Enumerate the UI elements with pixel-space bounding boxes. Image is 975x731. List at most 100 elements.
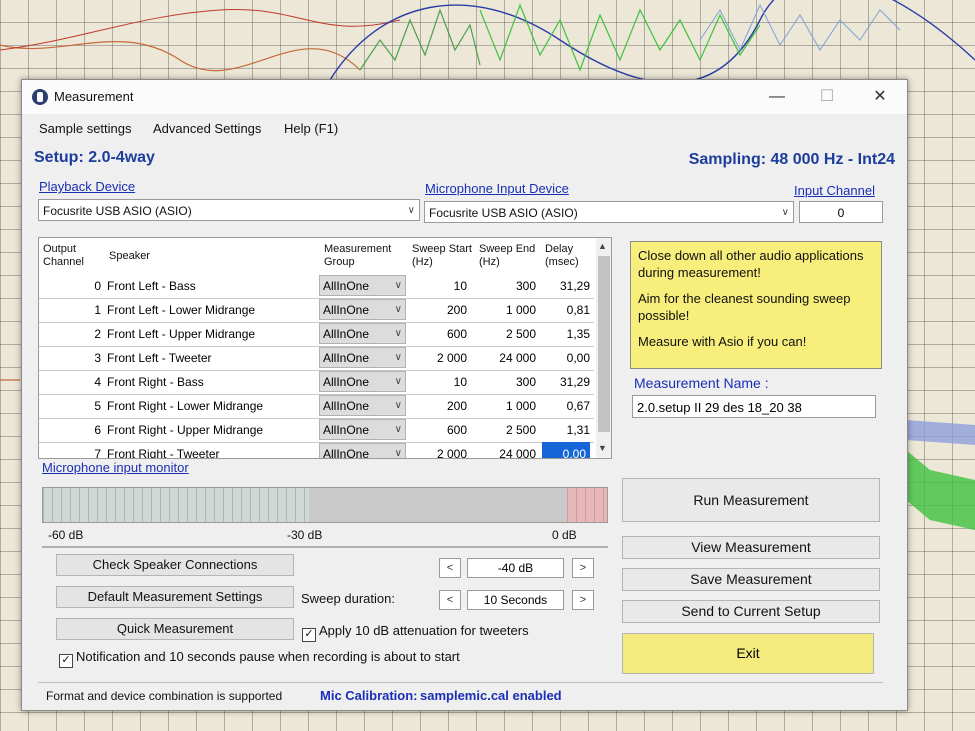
mic-monitor-link[interactable]: Microphone input monitor	[42, 460, 189, 475]
cell-delay[interactable]: 0,81	[542, 298, 590, 322]
cell-delay[interactable]: 31,29	[542, 370, 590, 394]
menu-bar: Sample settings Advanced Settings Help (…	[22, 116, 907, 142]
table-row[interactable]: 6 Front Right - Upper Midrange 600 2 500 1,3…	[39, 418, 594, 443]
notification-label: Notification and 10 seconds pause when r…	[76, 649, 460, 664]
measurement-group-select[interactable]: AllInOne ∨	[319, 395, 406, 416]
cell-sweep-start[interactable]: 200	[411, 394, 467, 418]
cell-sweep-start[interactable]: 2 000	[411, 442, 467, 458]
cell-sweep-start[interactable]: 600	[411, 418, 467, 442]
view-measurement-button[interactable]: View Measurement	[622, 536, 880, 559]
notification-checkbox[interactable]: ✓ Notification and 10 seconds pause when …	[59, 649, 460, 668]
cell-sweep-start[interactable]: 2 000	[411, 346, 467, 370]
cell-sweep-start[interactable]: 10	[411, 370, 467, 394]
cell-delay[interactable]: 31,29	[542, 274, 590, 298]
check-speaker-connections-button[interactable]: Check Speaker Connections	[56, 554, 294, 576]
cell-speaker[interactable]: Front Left - Upper Midrange	[107, 322, 315, 346]
cell-sweep-end[interactable]: 1 000	[476, 298, 536, 322]
table-row[interactable]: 2 Front Left - Upper Midrange 600 2 500 1,35…	[39, 322, 594, 347]
cell-speaker[interactable]: Front Left - Lower Midrange	[107, 298, 315, 322]
sweep-decrease-button[interactable]: <	[439, 590, 461, 610]
cell-speaker[interactable]: Front Right - Lower Midrange	[107, 394, 315, 418]
col-output-channel: Output Channel	[43, 243, 84, 268]
quick-measurement-button[interactable]: Quick Measurement	[56, 618, 294, 640]
send-to-setup-button[interactable]: Send to Current Setup	[622, 600, 880, 623]
playback-device-link[interactable]: Playback Device	[39, 179, 135, 194]
table-row[interactable]: 5 Front Right - Lower Midrange 200 1 000 0,6…	[39, 394, 594, 419]
table-row[interactable]: 0 Front Left - Bass 10 300 31,29 AllInOne ∨	[39, 274, 594, 299]
meter-level-zone	[43, 488, 309, 522]
cell-sweep-end[interactable]: 300	[476, 274, 536, 298]
measurement-group-value: AllInOne	[323, 303, 370, 317]
default-settings-button[interactable]: Default Measurement Settings	[56, 586, 294, 608]
cell-sweep-end[interactable]: 2 500	[476, 418, 536, 442]
cell-speaker[interactable]: Front Right - Bass	[107, 370, 315, 394]
mic-calibration-label: Mic Calibration:	[320, 688, 418, 703]
scroll-down-icon[interactable]: ▼	[598, 443, 607, 453]
cell-output-channel: 3	[94, 351, 101, 365]
cell-sweep-end[interactable]: 300	[476, 370, 536, 394]
measurement-group-select[interactable]: AllInOne ∨	[319, 371, 406, 392]
input-channel-link[interactable]: Input Channel	[794, 183, 875, 198]
microphone-device-select[interactable]: Focusrite USB ASIO (ASIO) ∨	[424, 201, 794, 223]
cell-speaker[interactable]: Front Left - Bass	[107, 274, 315, 298]
attenuation-checkbox[interactable]: ✓ Apply 10 dB attenuation for tweeters	[302, 623, 529, 642]
cell-delay[interactable]: 0,00	[542, 442, 590, 458]
table-row[interactable]: 3 Front Left - Tweeter 2 000 24 000 0,00 AllI…	[39, 346, 594, 371]
cell-delay[interactable]: 1,31	[542, 418, 590, 442]
level-decrease-button[interactable]: <	[439, 558, 461, 578]
cell-sweep-end[interactable]: 2 500	[476, 322, 536, 346]
measurement-group-select[interactable]: AllInOne ∨	[319, 275, 406, 296]
cell-delay[interactable]: 1,35	[542, 322, 590, 346]
measurement-name-field[interactable]: 2.0.setup II 29 des 18_20 38	[632, 395, 876, 418]
chevron-down-icon: ∨	[407, 205, 415, 216]
measurement-group-select[interactable]: AllInOne ∨	[319, 443, 406, 459]
playback-device-value: Focusrite USB ASIO (ASIO)	[43, 204, 192, 218]
cell-sweep-end[interactable]: 1 000	[476, 394, 536, 418]
checkmark-icon: ✓	[59, 654, 73, 668]
microphone-device-link[interactable]: Microphone Input Device	[425, 181, 569, 196]
chevron-down-icon: ∨	[394, 448, 402, 459]
menu-advanced-settings[interactable]: Advanced Settings	[153, 121, 261, 136]
cell-sweep-start[interactable]: 10	[411, 274, 467, 298]
sweep-increase-button[interactable]: >	[572, 590, 594, 610]
cell-speaker[interactable]: Front Left - Tweeter	[107, 346, 315, 370]
cell-sweep-start[interactable]: 600	[411, 322, 467, 346]
cell-speaker[interactable]: Front Right - Upper Midrange	[107, 418, 315, 442]
table-row[interactable]: 1 Front Left - Lower Midrange 200 1 000 0,81…	[39, 298, 594, 323]
menu-sample-settings[interactable]: Sample settings	[39, 121, 132, 136]
cell-output-channel: 6	[94, 423, 101, 437]
measurement-group-select[interactable]: AllInOne ∨	[319, 347, 406, 368]
level-increase-button[interactable]: >	[572, 558, 594, 578]
exit-button[interactable]: Exit	[622, 633, 874, 674]
input-channel-field[interactable]: 0	[799, 201, 883, 223]
maximize-icon[interactable]: ☐	[807, 84, 847, 110]
measurement-group-select[interactable]: AllInOne ∨	[319, 299, 406, 320]
chevron-down-icon: ∨	[394, 400, 402, 411]
measurement-group-select[interactable]: AllInOne ∨	[319, 419, 406, 440]
cell-delay[interactable]: 0,00	[542, 346, 590, 370]
cell-sweep-start[interactable]: 200	[411, 298, 467, 322]
cell-output-channel: 0	[94, 279, 101, 293]
col-measurement-group: Measurement Group	[324, 243, 392, 268]
table-row[interactable]: 7 Front Right - Tweeter 2 000 24 000 0,00 All…	[39, 442, 594, 459]
cell-sweep-end[interactable]: 24 000	[476, 346, 536, 370]
cell-sweep-end[interactable]: 24 000	[476, 442, 536, 458]
scroll-up-icon[interactable]: ▲	[598, 241, 607, 251]
col-sweep-end: Sweep End (Hz)	[479, 243, 536, 268]
save-measurement-button[interactable]: Save Measurement	[622, 568, 880, 591]
menu-help[interactable]: Help (F1)	[284, 121, 338, 136]
table-row[interactable]: 4 Front Right - Bass 10 300 31,29 AllInOne ∨	[39, 370, 594, 395]
run-measurement-button[interactable]: Run Measurement	[622, 478, 880, 522]
cell-output-channel: 2	[94, 327, 101, 341]
meter-clip-zone	[567, 488, 607, 522]
measurement-group-select[interactable]: AllInOne ∨	[319, 323, 406, 344]
minimize-icon[interactable]: —	[757, 84, 797, 110]
cell-delay[interactable]: 0,67	[542, 394, 590, 418]
close-icon[interactable]: ✕	[860, 84, 900, 110]
playback-device-select[interactable]: Focusrite USB ASIO (ASIO) ∨	[38, 199, 420, 221]
scroll-thumb[interactable]	[598, 256, 610, 432]
app-icon	[32, 89, 48, 105]
divider	[42, 546, 608, 548]
cell-speaker[interactable]: Front Right - Tweeter	[107, 442, 315, 458]
table-scrollbar[interactable]: ▲ ▼	[596, 238, 611, 458]
